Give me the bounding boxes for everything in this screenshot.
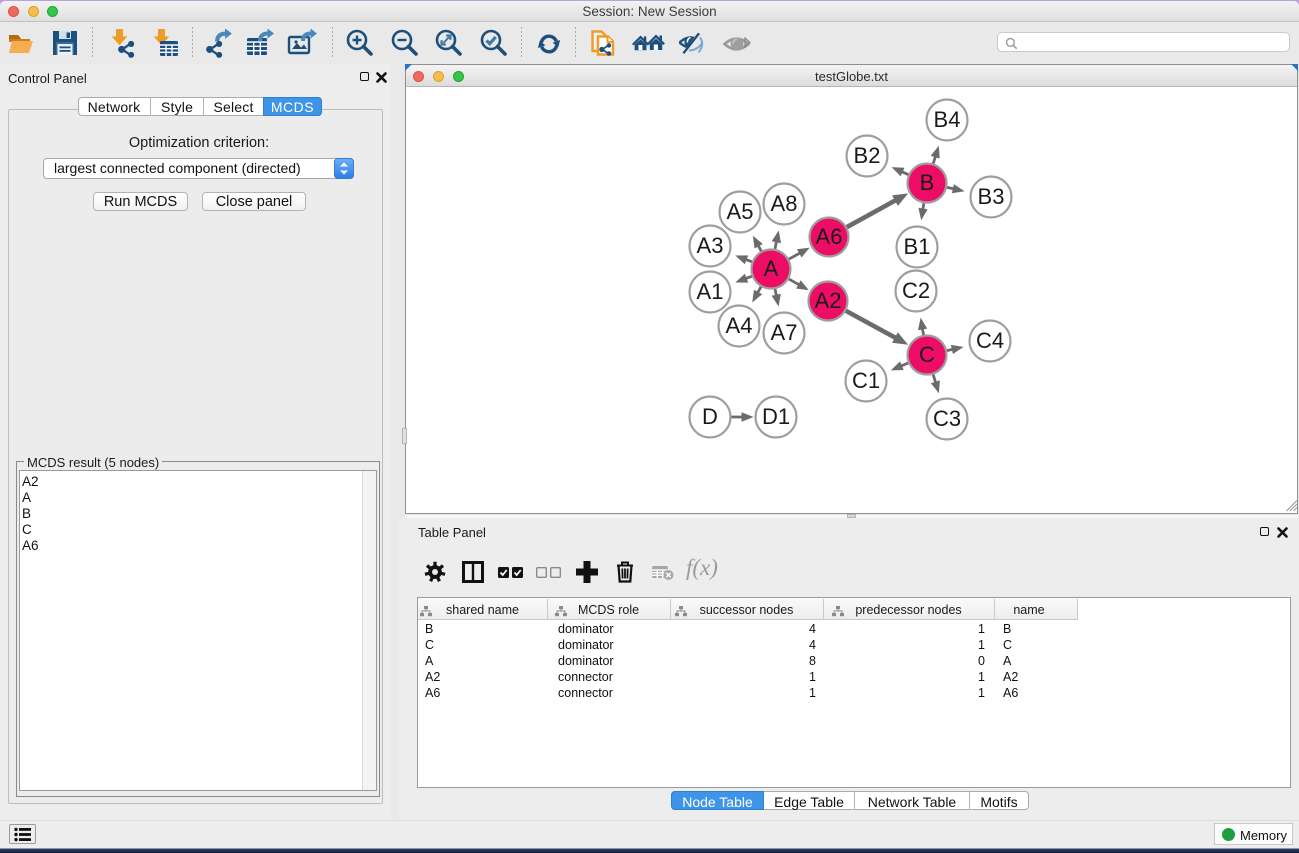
svg-text:C2: C2 <box>902 278 930 303</box>
svg-text:A2: A2 <box>815 288 842 313</box>
svg-text:C3: C3 <box>933 406 961 431</box>
svg-text:A1: A1 <box>697 279 724 304</box>
svg-text:A7: A7 <box>771 320 798 345</box>
svg-text:A5: A5 <box>727 199 754 224</box>
svg-text:C4: C4 <box>976 328 1004 353</box>
svg-text:B2: B2 <box>854 143 881 168</box>
svg-text:B3: B3 <box>978 184 1005 209</box>
svg-text:A4: A4 <box>726 313 753 338</box>
svg-text:B1: B1 <box>904 234 931 259</box>
svg-text:C: C <box>919 342 935 367</box>
svg-text:D: D <box>702 404 718 429</box>
svg-text:A: A <box>764 256 779 281</box>
svg-text:D1: D1 <box>762 404 790 429</box>
svg-text:B4: B4 <box>934 107 961 132</box>
svg-text:A3: A3 <box>697 233 724 258</box>
svg-text:B: B <box>920 170 935 195</box>
svg-text:A8: A8 <box>771 191 798 216</box>
svg-text:A6: A6 <box>816 224 843 249</box>
svg-text:C1: C1 <box>852 368 880 393</box>
